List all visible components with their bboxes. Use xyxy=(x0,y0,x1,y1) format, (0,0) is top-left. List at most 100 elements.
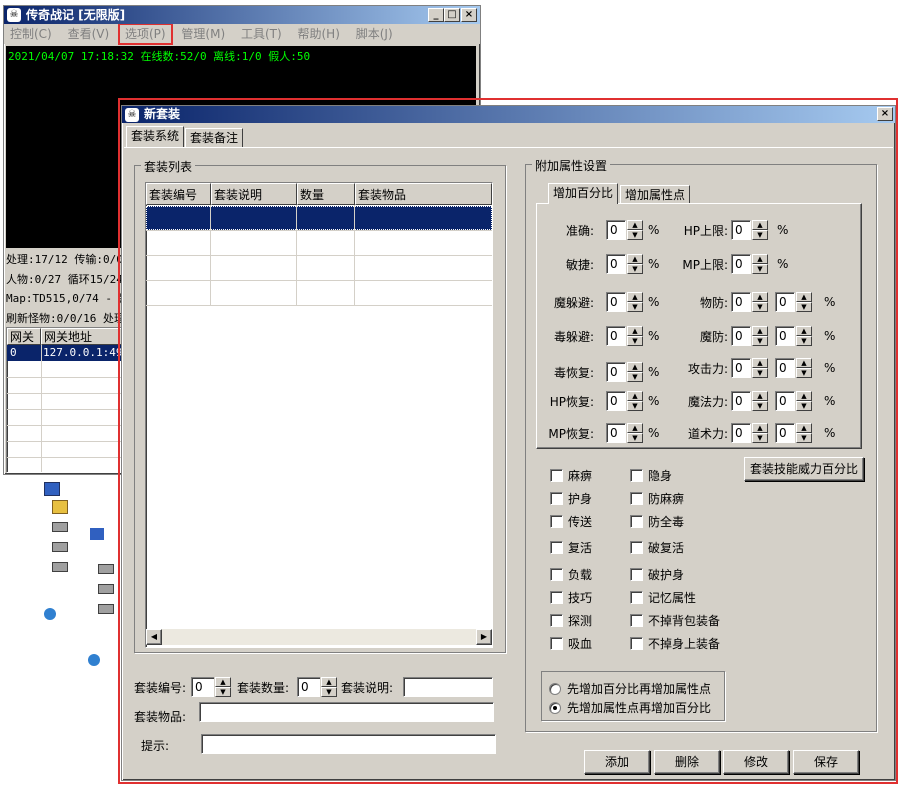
attr-value-spinner[interactable]: ▲ ▼ xyxy=(626,391,643,411)
spin-down-icon[interactable]: ▼ xyxy=(627,302,643,312)
attr-value-spinner[interactable]: ▲ ▼ xyxy=(626,423,643,443)
spin-down-icon[interactable]: ▼ xyxy=(796,433,812,443)
radio-percent-first[interactable] xyxy=(549,683,561,695)
spin-up-icon[interactable]: ▲ xyxy=(796,358,812,368)
spin-down-icon[interactable]: ▼ xyxy=(752,264,768,274)
minimize-icon[interactable]: _ xyxy=(428,8,444,22)
attr-max-input[interactable]: 0 xyxy=(775,391,795,411)
spin-up-icon[interactable]: ▲ xyxy=(627,423,643,433)
spin-up-icon[interactable]: ▲ xyxy=(796,391,812,401)
checkbox[interactable] xyxy=(550,637,563,650)
spin-up-icon[interactable]: ▲ xyxy=(627,220,643,230)
attr-min-spinner[interactable]: ▲ ▼ xyxy=(751,358,768,378)
attr-min-input[interactable]: 0 xyxy=(731,358,751,378)
checkbox[interactable] xyxy=(630,637,643,650)
spin-up-icon[interactable]: ▲ xyxy=(796,423,812,433)
menu-options[interactable]: 选项(P) xyxy=(117,23,173,45)
menu-view[interactable]: 查看(V) xyxy=(62,24,116,44)
attr-min-spinner[interactable]: ▲ ▼ xyxy=(751,326,768,346)
folder-icon[interactable] xyxy=(52,500,68,514)
attr-value-input[interactable]: 0 xyxy=(606,220,626,240)
table-row[interactable] xyxy=(146,206,492,230)
spin-up-icon[interactable]: ▲ xyxy=(321,677,337,687)
spin-down-icon[interactable]: ▼ xyxy=(627,336,643,346)
attr-value-input[interactable]: 0 xyxy=(606,423,626,443)
spin-up-icon[interactable]: ▲ xyxy=(752,326,768,336)
checkbox[interactable] xyxy=(630,568,643,581)
globe-icon[interactable] xyxy=(44,608,56,620)
suit-desc-input[interactable] xyxy=(403,677,493,697)
attr-min-spinner[interactable]: ▲ ▼ xyxy=(751,292,768,312)
menu-script[interactable]: 脚本(J) xyxy=(350,24,399,44)
spin-down-icon[interactable]: ▼ xyxy=(321,687,337,697)
attr-max-input[interactable]: 0 xyxy=(775,358,795,378)
checkbox[interactable] xyxy=(550,591,563,604)
checkbox[interactable] xyxy=(550,614,563,627)
checkbox[interactable] xyxy=(550,469,563,482)
attr-value-spinner[interactable]: ▲ ▼ xyxy=(751,220,768,240)
suit-count-input[interactable]: 0 xyxy=(297,677,321,697)
suit-count-spinner[interactable]: ▲ ▼ xyxy=(320,677,337,697)
tab-suit-system[interactable]: 套装系统 xyxy=(126,126,185,147)
checkbox[interactable] xyxy=(630,515,643,528)
tab-suit-notes[interactable]: 套装备注 xyxy=(185,128,244,147)
spin-up-icon[interactable]: ▲ xyxy=(752,220,768,230)
column-header[interactable]: 网关地址 xyxy=(41,328,121,345)
checkbox[interactable] xyxy=(630,614,643,627)
attr-value-spinner[interactable]: ▲ ▼ xyxy=(626,220,643,240)
spin-down-icon[interactable]: ▼ xyxy=(627,401,643,411)
spin-up-icon[interactable]: ▲ xyxy=(752,423,768,433)
column-header[interactable]: 数量 xyxy=(297,183,355,205)
suit-items-input[interactable] xyxy=(199,702,494,722)
spin-down-icon[interactable]: ▼ xyxy=(627,433,643,443)
attr-max-spinner[interactable]: ▲ ▼ xyxy=(795,326,812,346)
checkbox[interactable] xyxy=(630,469,643,482)
network-icon[interactable] xyxy=(90,528,104,540)
spin-up-icon[interactable]: ▲ xyxy=(627,292,643,302)
checkbox[interactable] xyxy=(550,492,563,505)
attr-value-input[interactable]: 0 xyxy=(606,362,626,382)
close-icon[interactable]: × xyxy=(877,107,893,121)
attr-max-input[interactable]: 0 xyxy=(775,292,795,312)
attr-value-input[interactable]: 0 xyxy=(606,254,626,274)
tab-add-percent[interactable]: 增加百分比 xyxy=(548,183,619,204)
checkbox[interactable] xyxy=(630,492,643,505)
spin-up-icon[interactable]: ▲ xyxy=(752,358,768,368)
attr-value-spinner[interactable]: ▲ ▼ xyxy=(626,292,643,312)
maximize-icon[interactable]: □ xyxy=(444,8,460,22)
column-header[interactable]: 套装编号 xyxy=(146,183,211,205)
scroll-right-icon[interactable]: ▶ xyxy=(476,629,492,645)
attr-max-input[interactable]: 0 xyxy=(775,423,795,443)
attr-max-spinner[interactable]: ▲ ▼ xyxy=(795,292,812,312)
drive-icon[interactable] xyxy=(98,564,114,574)
spin-down-icon[interactable]: ▼ xyxy=(796,401,812,411)
drive-icon[interactable] xyxy=(98,584,114,594)
add-button[interactable]: 添加 xyxy=(584,750,650,774)
dialog-title-bar[interactable]: ☠ 新套装 × xyxy=(122,106,895,123)
radio-points-first[interactable] xyxy=(549,702,561,714)
spin-down-icon[interactable]: ▼ xyxy=(796,302,812,312)
globe-icon[interactable] xyxy=(88,654,100,666)
attr-min-input[interactable]: 0 xyxy=(731,326,751,346)
spin-up-icon[interactable]: ▲ xyxy=(627,362,643,372)
attr-min-spinner[interactable]: ▲ ▼ xyxy=(751,391,768,411)
drive-icon[interactable] xyxy=(52,522,68,532)
spin-down-icon[interactable]: ▼ xyxy=(752,336,768,346)
menu-help[interactable]: 帮助(H) xyxy=(292,24,346,44)
column-header[interactable]: 套装说明 xyxy=(211,183,297,205)
spin-up-icon[interactable]: ▲ xyxy=(627,391,643,401)
spin-up-icon[interactable]: ▲ xyxy=(215,677,231,687)
attr-min-input[interactable]: 0 xyxy=(731,423,751,443)
spin-down-icon[interactable]: ▼ xyxy=(627,372,643,382)
attr-max-spinner[interactable]: ▲ ▼ xyxy=(795,423,812,443)
gateway-list[interactable]: 网关 网关地址 0 127.0.0.1:496 xyxy=(6,327,122,473)
spin-down-icon[interactable]: ▼ xyxy=(752,368,768,378)
drive-icon[interactable] xyxy=(52,542,68,552)
spin-down-icon[interactable]: ▼ xyxy=(752,302,768,312)
spin-down-icon[interactable]: ▼ xyxy=(752,433,768,443)
menu-tools[interactable]: 工具(T) xyxy=(235,24,288,44)
computer-icon[interactable] xyxy=(44,482,60,496)
spin-up-icon[interactable]: ▲ xyxy=(796,292,812,302)
spin-up-icon[interactable]: ▲ xyxy=(752,254,768,264)
attr-value-spinner[interactable]: ▲ ▼ xyxy=(751,254,768,274)
